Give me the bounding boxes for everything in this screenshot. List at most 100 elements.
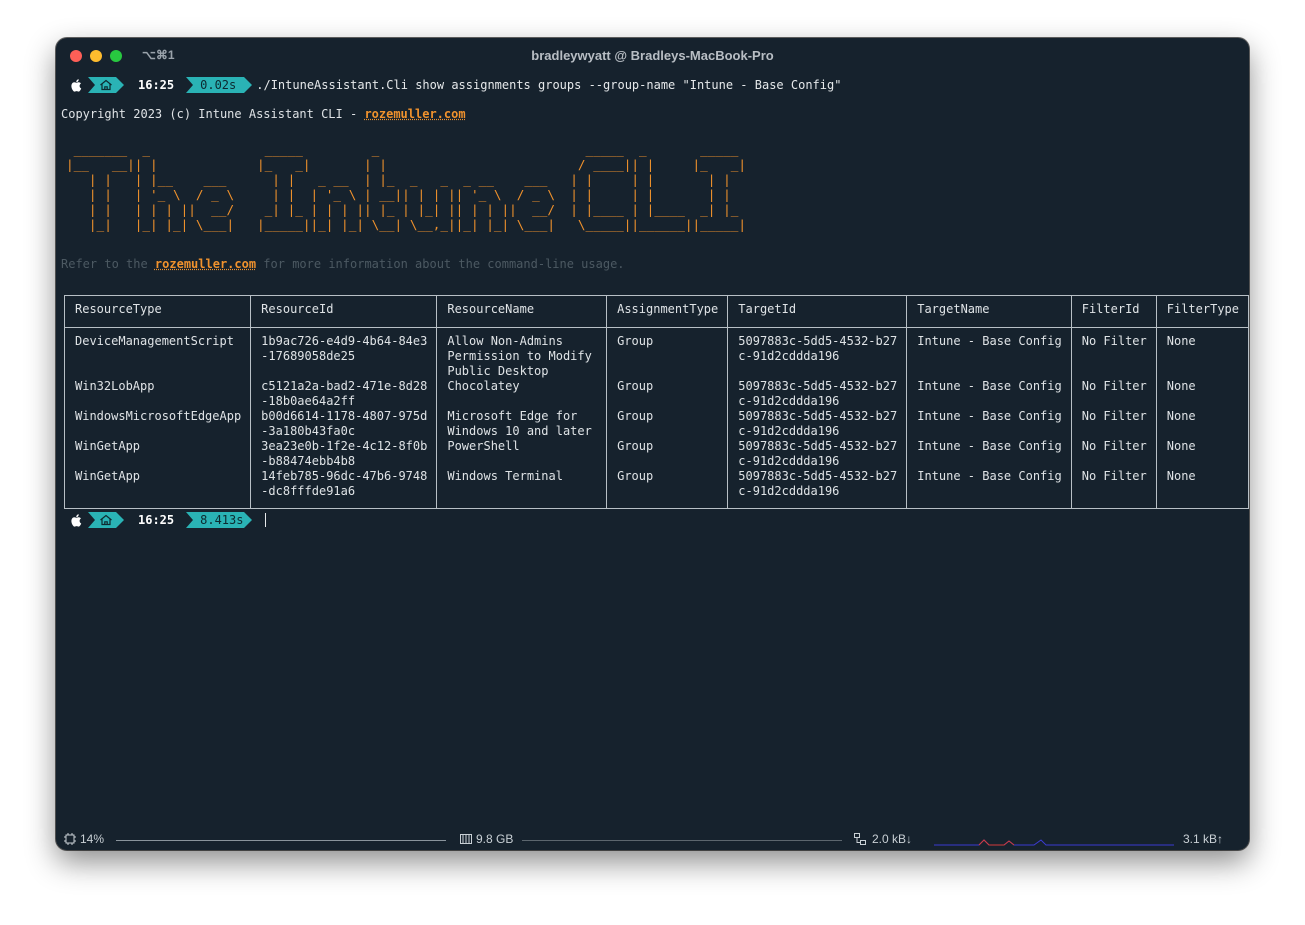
home-icon: [100, 514, 112, 526]
table-cell: WindowsMicrosoftEdgeApp: [63, 409, 252, 439]
table-cell: 5097883c-5dd5-4532-b27 c-91d2cddda196: [727, 327, 908, 379]
table-cell: 5097883c-5dd5-4532-b27 c-91d2cddda196: [727, 469, 908, 509]
banner-line: _______ _ _____ _ _____ _ _____: [66, 142, 746, 157]
table-cell: No Filter: [1070, 409, 1157, 439]
table-cell: None: [1155, 379, 1249, 409]
copyright-link[interactable]: rozemuller.com: [364, 107, 465, 121]
table-cell: No Filter: [1070, 439, 1157, 469]
table-cell: Intune - Base Config: [906, 409, 1072, 439]
table-cell: Intune - Base Config: [906, 469, 1072, 509]
table-cell: 5097883c-5dd5-4532-b27 c-91d2cddda196: [727, 409, 908, 439]
banner-line: |_| |_| |_| \___| |_____||_| |_| \__| \_…: [66, 217, 746, 232]
banner-line: | | | | | || __/ _| |_ | | | || |_ | |_|…: [66, 202, 746, 217]
table-cell: b00d6614-1178-4807-975d -3a180b43fa0c: [250, 409, 438, 439]
table-row: DeviceManagementScript 1b9ac726-e4d9-4b64…: [63, 327, 1249, 379]
table-cell: None: [1155, 439, 1249, 469]
table-cell: None: [1155, 327, 1249, 379]
table-cell: Group: [606, 379, 729, 409]
table-cell: Win32LobApp: [63, 379, 252, 409]
duration-text: 8.413s: [200, 513, 244, 527]
banner-line: | | | '_ \ / _ \ | | | '_ \ | __|| | | |…: [66, 187, 746, 202]
table-cell: Group: [606, 327, 729, 379]
table-cell: Group: [606, 409, 729, 439]
prompt-line: 16:25 0.02s ./IntuneAssistant.Cli show a…: [64, 77, 841, 93]
cpu-icon: [64, 833, 76, 845]
network-indicator: 2.0 kB↓: [854, 832, 912, 846]
network-up-value: 3.1 kB↑: [1183, 832, 1224, 846]
column-header: ResourceType: [63, 295, 252, 328]
title-bar: ⌥⌘1 bradleywyatt @ Bradleys-MacBook-Pro: [56, 38, 1249, 72]
memory-icon: [460, 834, 472, 844]
prompt-time: 16:25: [138, 513, 175, 527]
table-cell: None: [1155, 469, 1249, 509]
table-row: WinGetApp 3ea23e0b-1f2e-4c12-8f0b -b88474…: [63, 439, 1249, 469]
table-cell: 3ea23e0b-1f2e-4c12-8f0b -b88474ebb4b8: [250, 439, 438, 469]
memory-graph: [522, 840, 842, 841]
table-cell: Group: [606, 469, 729, 509]
table-cell: Chocolatey: [436, 379, 608, 409]
refer-prefix: Refer to the: [61, 257, 155, 271]
ascii-banner: _______ _ _____ _ _____ _ _____ |__ __||…: [66, 140, 766, 240]
table-cell: 14feb785-96dc-47b6-9748 -dc8fffde91a6: [250, 469, 438, 509]
memory-value: 9.8 GB: [476, 832, 514, 846]
cpu-indicator: 14%: [64, 832, 104, 846]
prompt-duration: 8.413s: [186, 512, 257, 528]
table-cell: DeviceManagementScript: [63, 327, 252, 379]
prompt-time: 16:25: [138, 78, 175, 92]
column-header: ResourceName: [436, 295, 608, 328]
assignments-table: ResourceType ResourceId ResourceName Ass…: [63, 295, 1249, 509]
banner-line: |__ __|| | |_ _| | | / ____|| | |_ _|: [66, 157, 746, 172]
refer-suffix: for more information about the command-l…: [256, 257, 625, 271]
table-cell: c5121a2a-bad2-471e-8d28 -18b0ae64a2ff: [250, 379, 438, 409]
column-header: AssignmentType: [606, 295, 729, 328]
terminal-window: ⌥⌘1 bradleywyatt @ Bradleys-MacBook-Pro …: [56, 38, 1249, 850]
table-row: WinGetApp 14feb785-96dc-47b6-9748 -dc8fff…: [63, 469, 1249, 509]
table-header-row: ResourceType ResourceId ResourceName Ass…: [63, 295, 1249, 328]
status-bar: 14% 9.8 GB 2.0 kB↓ 3.1 kB↑: [56, 828, 1249, 850]
table-row: WindowsMicrosoftEdgeApp b00d6614-1178-480…: [63, 409, 1249, 439]
text-cursor[interactable]: [265, 513, 267, 527]
network-down-value: 2.0 kB↓: [872, 832, 913, 846]
table-cell: PowerShell: [436, 439, 608, 469]
command-text: ./IntuneAssistant.Cli show assignments g…: [256, 78, 842, 92]
copyright-line: Copyright 2023 (c) Intune Assistant CLI …: [61, 107, 466, 121]
home-segment: [88, 512, 124, 528]
table-cell: Intune - Base Config: [906, 327, 1072, 379]
copyright-text: Copyright 2023 (c) Intune Assistant CLI …: [61, 107, 365, 121]
table-cell: No Filter: [1070, 327, 1157, 379]
table-cell: No Filter: [1070, 469, 1157, 509]
table-cell: WinGetApp: [63, 469, 252, 509]
memory-indicator: 9.8 GB: [460, 832, 513, 846]
table-cell: Windows Terminal: [436, 469, 608, 509]
table-cell: 5097883c-5dd5-4532-b27 c-91d2cddda196: [727, 379, 908, 409]
table-cell: Group: [606, 439, 729, 469]
banner-line: | | | |__ ___ | | _ __ | |_ _ _ _ __ ___…: [66, 172, 746, 187]
network-graph: [934, 839, 1174, 846]
duration-text: 0.02s: [200, 78, 237, 92]
table-cell: 1b9ac726-e4d9-4b64-84e3 -17689058de25: [250, 327, 438, 379]
table-cell: No Filter: [1070, 379, 1157, 409]
column-header: ResourceId: [250, 295, 438, 328]
network-icon: [854, 833, 866, 845]
column-header: FilterId: [1070, 295, 1157, 328]
network-up-indicator: 3.1 kB↑: [1183, 832, 1223, 846]
ascii-banner-graphic: _______ _ _____ _ _____ _ _____ |__ __||…: [66, 142, 746, 232]
cpu-value: 14%: [80, 832, 105, 846]
table-cell: Intune - Base Config: [906, 379, 1072, 409]
table-cell: Allow Non-Admins Permission to Modify Pu…: [436, 327, 608, 379]
apple-icon: [64, 77, 88, 93]
table-cell: None: [1155, 409, 1249, 439]
table-cell: Intune - Base Config: [906, 439, 1072, 469]
column-header: FilterType: [1155, 295, 1249, 328]
column-header: TargetName: [906, 295, 1072, 328]
column-header: TargetId: [727, 295, 908, 328]
refer-line: Refer to the rozemuller.com for more inf…: [61, 257, 625, 271]
prompt-line: 16:25 8.413s: [64, 512, 267, 528]
table-cell: 5097883c-5dd5-4532-b27 c-91d2cddda196: [727, 439, 908, 469]
table-cell: Microsoft Edge for Windows 10 and later: [436, 409, 608, 439]
refer-link[interactable]: rozemuller.com: [155, 257, 256, 271]
home-icon: [100, 79, 112, 91]
window-title: bradleywyatt @ Bradleys-MacBook-Pro: [531, 48, 774, 63]
table-cell: WinGetApp: [63, 439, 252, 469]
home-segment: [88, 77, 124, 93]
